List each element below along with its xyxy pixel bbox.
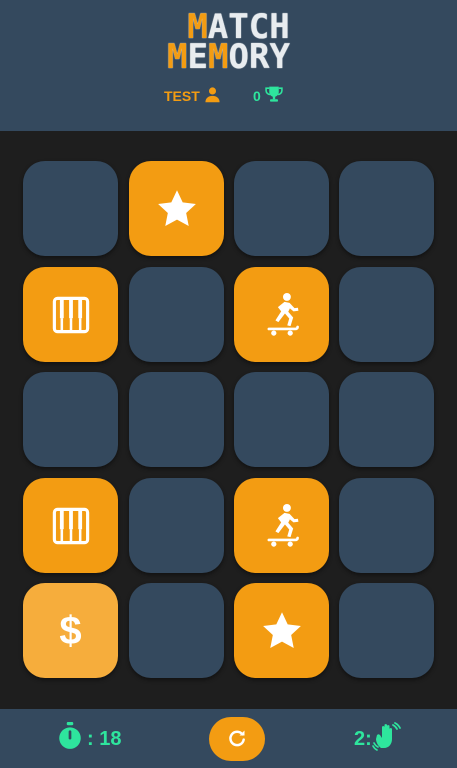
restart-icon <box>227 728 247 751</box>
memory-card-revealed[interactable]: $ <box>23 583 118 678</box>
piano-icon <box>52 296 90 334</box>
logo-letter: O <box>228 37 249 77</box>
logo-letter: M <box>208 37 229 77</box>
waving-hand-icon <box>371 721 402 757</box>
game-footer: : 18 2: <box>0 709 457 768</box>
memory-card-hidden[interactable] <box>129 583 224 678</box>
skateboarder-icon <box>262 292 302 338</box>
memory-card-hidden[interactable] <box>339 583 434 678</box>
memory-card-hidden[interactable] <box>339 161 434 256</box>
memory-card-revealed[interactable] <box>129 161 224 256</box>
player-info[interactable]: TEST <box>164 86 221 106</box>
timer-value: : 18 <box>87 727 122 750</box>
logo-line-memory: MEMORY <box>0 40 457 74</box>
timer: : 18 <box>57 722 122 756</box>
logo-letters: RY <box>248 37 290 77</box>
memory-card-hidden[interactable] <box>129 478 224 573</box>
memory-card-hidden[interactable] <box>234 372 329 467</box>
memory-card-revealed[interactable] <box>23 267 118 362</box>
memory-card-hidden[interactable] <box>234 161 329 256</box>
stopwatch-icon <box>57 722 83 756</box>
memory-card-revealed[interactable] <box>234 267 329 362</box>
app-header: MATCH MEMORY TEST 0 <box>0 0 457 131</box>
moves-value: 2: <box>354 727 372 750</box>
game-board: $ <box>0 131 457 709</box>
user-icon <box>204 86 221 106</box>
star-icon <box>155 187 199 231</box>
memory-card-hidden[interactable] <box>129 372 224 467</box>
restart-button[interactable] <box>209 717 265 761</box>
memory-card-hidden[interactable] <box>339 372 434 467</box>
logo-letter: M <box>167 37 188 77</box>
memory-card-revealed[interactable] <box>234 478 329 573</box>
user-info-row: TEST 0 <box>0 86 457 106</box>
memory-card-hidden[interactable] <box>23 372 118 467</box>
memory-card-hidden[interactable] <box>129 267 224 362</box>
memory-card-revealed[interactable] <box>23 478 118 573</box>
memory-card-hidden[interactable] <box>339 267 434 362</box>
skateboarder-icon <box>262 503 302 549</box>
trophy-icon <box>264 85 284 107</box>
moves-counter: 2: <box>354 722 402 753</box>
piano-icon <box>52 507 90 545</box>
memory-card-hidden[interactable] <box>339 478 434 573</box>
match-memory-logo: MATCH MEMORY <box>0 10 457 74</box>
memory-card-hidden[interactable] <box>23 161 118 256</box>
score-value: 0 <box>253 88 261 104</box>
logo-letter: E <box>187 37 209 77</box>
score-info: 0 <box>253 86 284 106</box>
player-name: TEST <box>164 88 200 104</box>
star-icon <box>260 609 304 653</box>
dollar-icon: $ <box>59 608 82 653</box>
memory-card-revealed[interactable] <box>234 583 329 678</box>
